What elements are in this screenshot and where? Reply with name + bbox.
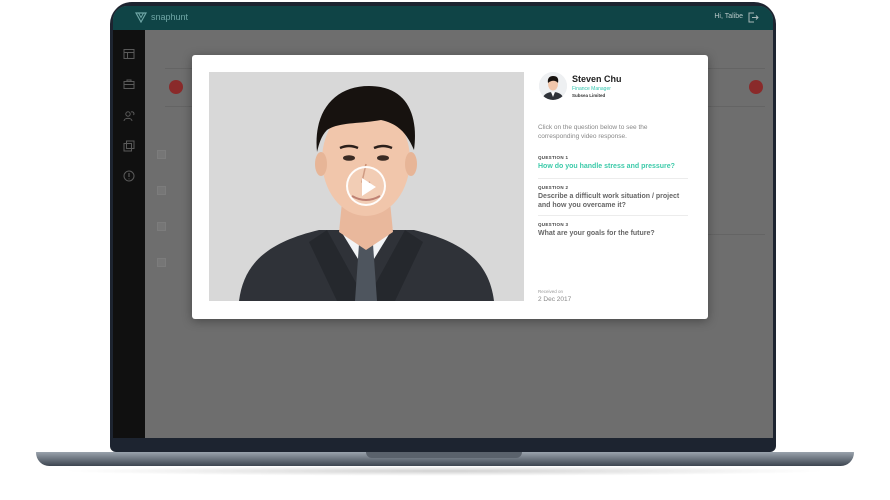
video-player[interactable] — [209, 72, 524, 301]
video-response-modal: Steven Chu Finance Manager Subsea Limite… — [192, 55, 708, 319]
status-dot — [169, 80, 183, 94]
avatar-image — [539, 72, 567, 100]
candidate-role: Finance Manager — [572, 86, 611, 92]
candidate-avatar — [539, 72, 567, 100]
question-label: QUESTION 2 — [538, 185, 569, 190]
users-icon[interactable] — [123, 110, 135, 122]
question-label: QUESTION 1 — [538, 155, 569, 160]
sidebar — [113, 30, 145, 438]
question-divider — [538, 178, 688, 179]
play-icon — [362, 178, 376, 196]
row-checkbox[interactable] — [157, 150, 166, 159]
candidate-company: Subsea Limited — [572, 93, 606, 98]
instructions-text: Click on the question below to see the c… — [538, 124, 648, 140]
laptop-notch — [366, 452, 522, 458]
question-divider — [538, 215, 688, 216]
candidate-name: Steven Chu — [572, 74, 622, 84]
play-button[interactable] — [346, 166, 386, 206]
user-greeting: Hi, Talibe — [714, 13, 743, 20]
row-checkbox[interactable] — [157, 222, 166, 231]
laptop-shadow — [60, 466, 830, 476]
divider — [705, 234, 765, 235]
question-text: Describe a difficult work situation / pr… — [538, 193, 680, 209]
status-dot — [749, 80, 763, 94]
top-bar: snaphunt Hi, Talibe — [113, 6, 773, 30]
logo-text: snaphunt — [151, 12, 189, 22]
logo-icon — [135, 12, 147, 23]
table-icon[interactable] — [123, 48, 135, 60]
question-label: QUESTION 3 — [538, 222, 569, 227]
received-date: 2 Dec 2017 — [538, 296, 572, 303]
question-text: What are your goals for the future? — [538, 230, 655, 237]
question-item-3[interactable]: QUESTION 3 What are your goals for the f… — [538, 222, 690, 238]
question-item-2[interactable]: QUESTION 2 Describe a difficult work sit… — [538, 185, 690, 210]
app-screen: snaphunt Hi, Talibe Steven Chu Finance M… — [113, 6, 773, 438]
layers-icon[interactable] — [123, 140, 135, 152]
question-item-1[interactable]: QUESTION 1 How do you handle stress and … — [538, 155, 690, 171]
logout-icon[interactable] — [748, 12, 759, 23]
question-text: How do you handle stress and pressure? — [538, 163, 675, 170]
briefcase-icon[interactable] — [123, 78, 135, 90]
app-logo[interactable]: snaphunt — [135, 11, 188, 23]
row-checkbox[interactable] — [157, 186, 166, 195]
row-checkbox[interactable] — [157, 258, 166, 267]
received-label: Received on — [538, 289, 564, 294]
info-icon[interactable] — [123, 170, 135, 182]
